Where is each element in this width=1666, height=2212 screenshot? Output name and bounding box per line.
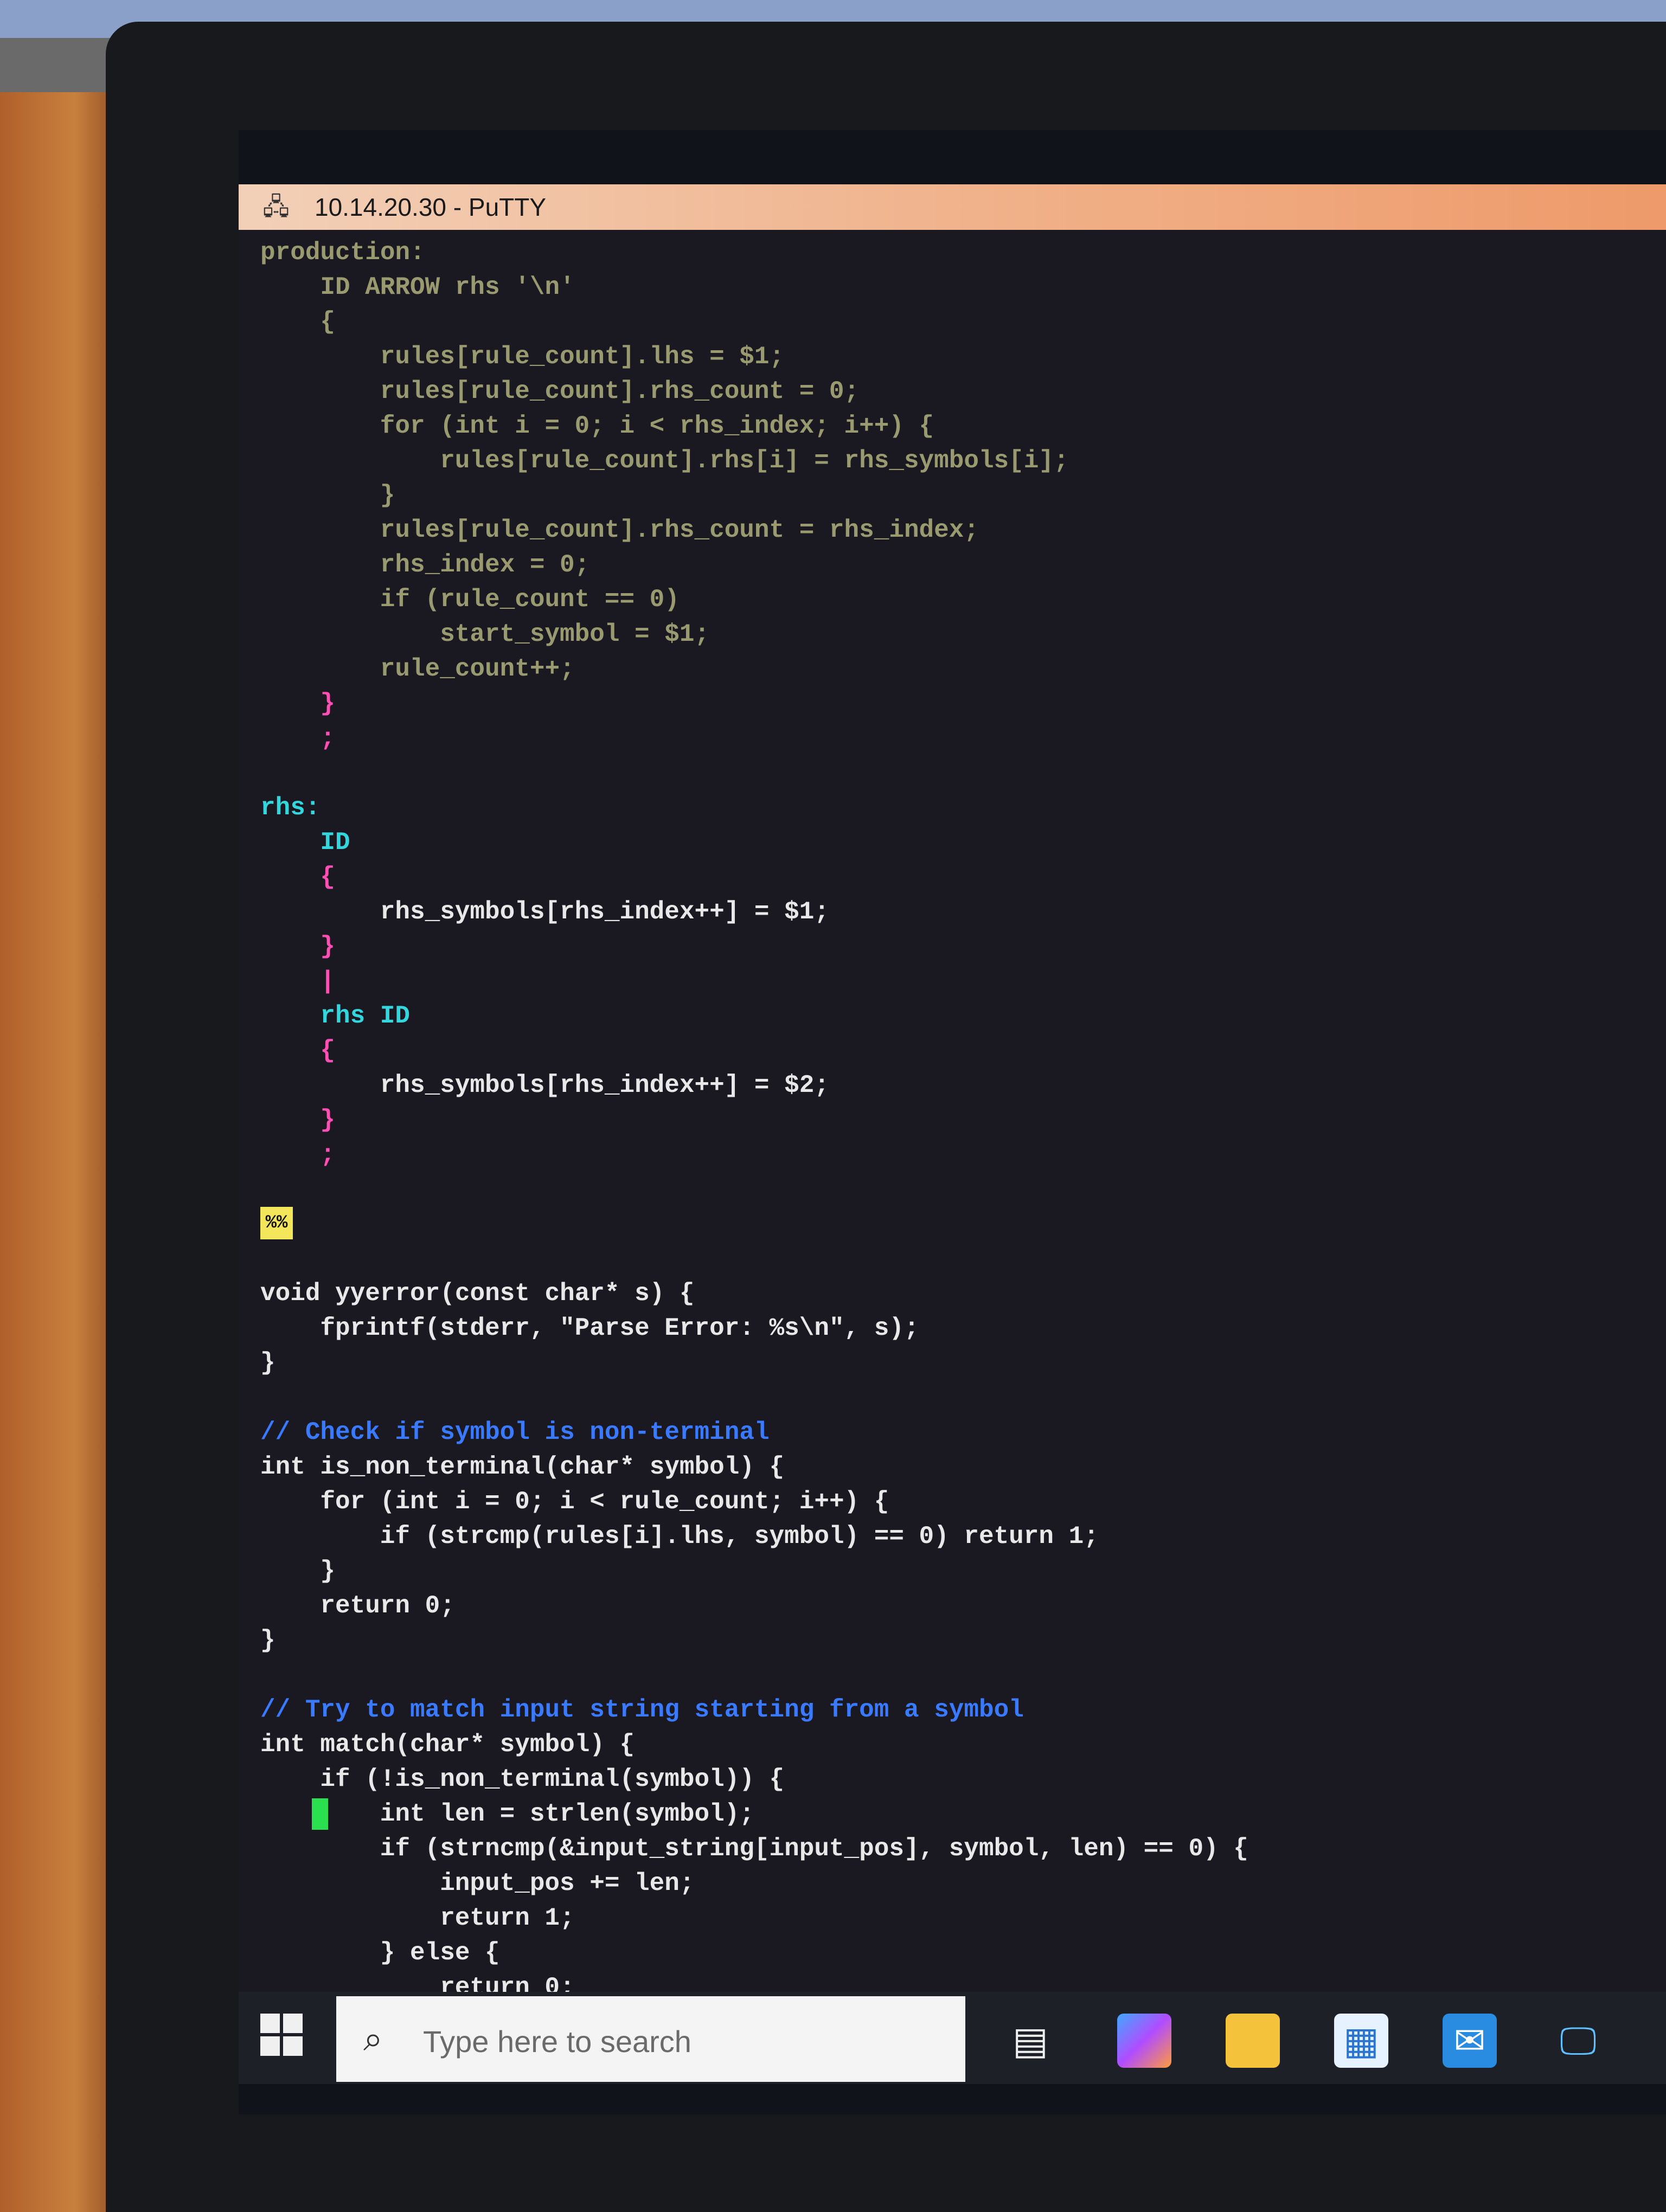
terminal-line: // Try to match input string starting fr… xyxy=(260,1696,1024,1724)
terminal-line: int len = strlen(symbol); xyxy=(380,1800,754,1828)
terminal-line: { xyxy=(320,863,335,891)
remote-desktop-icon[interactable]: 🖵 xyxy=(1551,2014,1605,2068)
task-view-icon[interactable]: ▤ xyxy=(1003,2014,1058,2068)
terminal-line: rhs ID xyxy=(320,1002,411,1030)
terminal-line: } else { xyxy=(380,1939,500,1967)
terminal-line: rules[rule_count].rhs_count = 0; xyxy=(380,377,860,406)
terminal-line: } xyxy=(380,481,395,510)
terminal-line: if (strcmp(rules[i].lhs, symbol) == 0) r… xyxy=(380,1522,1099,1551)
terminal-line: int is_non_terminal(char* symbol) { xyxy=(260,1453,785,1481)
terminal-line: for (int i = 0; i < rhs_index; i++) { xyxy=(380,412,934,440)
terminal-line: int match(char* symbol) { xyxy=(260,1731,635,1759)
terminal-cursor xyxy=(312,1798,328,1830)
microsoft-store-icon[interactable]: ▦ xyxy=(1334,2014,1388,2068)
putty-titlebar[interactable]: 🖧 10.14.20.30 - PuTTY xyxy=(239,184,1666,230)
terminal-line: { xyxy=(320,308,335,336)
mail-icon[interactable]: ✉ xyxy=(1443,2014,1497,2068)
section-marker: %% xyxy=(260,1207,293,1239)
terminal-line: start_symbol = $1; xyxy=(440,620,710,648)
window-title: 10.14.20.30 - PuTTY xyxy=(315,193,547,221)
terminal-line: rules[rule_count].lhs = $1; xyxy=(380,343,785,371)
terminal-line: rule_count++; xyxy=(380,655,575,683)
terminal-line: } xyxy=(320,690,335,718)
putty-icon[interactable]: 🖧 xyxy=(260,193,292,221)
search-icon: ⌕ xyxy=(363,2019,383,2058)
taskbar: ⌕ Type here to search ▤ ▦ ✉ 🖵 xyxy=(239,1992,1666,2084)
terminal-line: ; xyxy=(320,724,335,753)
terminal-line: // Check if symbol is non-terminal xyxy=(260,1418,770,1446)
windows-start-icon[interactable] xyxy=(260,2014,304,2057)
terminal-line: if (strncmp(&input_string[input_pos], sy… xyxy=(380,1835,1248,1863)
terminal-line: } xyxy=(320,1106,335,1134)
terminal-line: if (!is_non_terminal(symbol)) { xyxy=(320,1765,785,1793)
terminal-line: rhs_symbols[rhs_index++] = $2; xyxy=(380,1071,829,1099)
terminal-line: rules[rule_count].rhs[i] = rhs_symbols[i… xyxy=(440,447,1069,475)
terminal-line: rules[rule_count].rhs_count = rhs_index; xyxy=(380,516,979,544)
terminal-line: } xyxy=(260,1349,275,1377)
terminal-line: if (rule_count == 0) xyxy=(380,586,680,614)
terminal-line: } xyxy=(320,1557,335,1585)
terminal-line: } xyxy=(260,1626,275,1655)
monitor-screen: 🖧 10.14.20.30 - PuTTY production: ID ARRO… xyxy=(239,130,1666,2114)
terminal-line: production: xyxy=(260,239,425,267)
terminal-line: rhs_index = 0; xyxy=(380,551,590,579)
terminal-line: | xyxy=(320,967,335,995)
terminal-line: ID ARROW rhs '\n' xyxy=(320,273,575,301)
copilot-icon[interactable] xyxy=(1117,2014,1171,2068)
terminal-line: { xyxy=(320,1037,335,1065)
terminal-line: } xyxy=(320,933,335,961)
terminal-line: void yyerror(const char* s) { xyxy=(260,1279,695,1308)
terminal-line: fprintf(stderr, "Parse Error: %s\n", s); xyxy=(320,1314,919,1342)
terminal-line: for (int i = 0; i < rule_count; i++) { xyxy=(320,1488,889,1516)
terminal-line: input_pos += len; xyxy=(440,1869,695,1898)
terminal-line: return 0; xyxy=(440,1973,575,1992)
terminal-line: return 0; xyxy=(320,1592,455,1620)
terminal-line: rhs: xyxy=(260,794,321,822)
terminal-line: rhs_symbols[rhs_index++] = $1; xyxy=(380,898,829,926)
terminal-line: ID xyxy=(320,828,350,857)
file-explorer-icon[interactable] xyxy=(1226,2014,1280,2068)
terminal-output[interactable]: production: ID ARROW rhs '\n' { rules[rule_… xyxy=(239,230,1666,1992)
search-placeholder: Type here to search xyxy=(423,2024,691,2059)
taskbar-search-box[interactable]: ⌕ Type here to search xyxy=(336,1996,965,2082)
terminal-line: ; xyxy=(320,1141,335,1169)
terminal-line: return 1; xyxy=(440,1904,575,1932)
